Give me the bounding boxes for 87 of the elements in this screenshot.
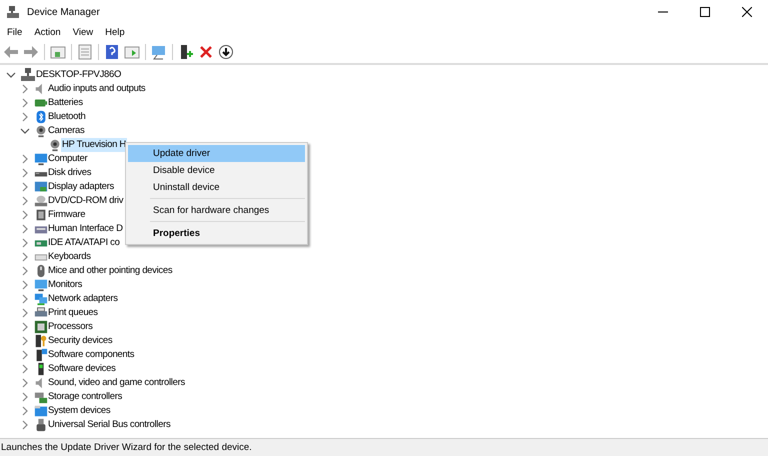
key-icon	[34, 334, 48, 348]
expand-chevron-icon[interactable]	[20, 419, 30, 431]
download-circle-icon[interactable]	[218, 44, 234, 60]
delete-icon[interactable]	[198, 44, 214, 60]
computer-network-icon	[20, 68, 36, 82]
tree-item[interactable]: Universal Serial Bus controllers	[47, 418, 172, 432]
close-icon[interactable]	[742, 7, 752, 17]
expand-chevron-icon[interactable]	[20, 111, 30, 123]
forward-arrow-icon[interactable]	[23, 44, 39, 60]
webcam-icon	[48, 138, 62, 152]
device-add-icon[interactable]	[178, 44, 194, 60]
monitor-scan-icon[interactable]	[151, 44, 167, 60]
expand-chevron-icon[interactable]	[20, 335, 30, 347]
bluetooth-icon	[34, 110, 48, 124]
expand-chevron-icon[interactable]	[20, 153, 30, 165]
status-text: Launches the Update Driver Wizard for the selected device.	[1, 442, 252, 453]
network-icon	[34, 292, 48, 306]
usb-icon	[34, 418, 48, 432]
tree-item[interactable]: Mice and other pointing devices	[47, 264, 174, 278]
context-menu-item[interactable]: Scan for hardware changes	[128, 202, 305, 219]
expand-chevron-icon[interactable]	[20, 307, 30, 319]
processor-icon	[34, 320, 48, 334]
expand-chevron-icon[interactable]	[20, 405, 30, 417]
expand-chevron-icon[interactable]	[20, 83, 30, 95]
monitor-icon	[34, 278, 48, 292]
menu-item[interactable]: Action	[28, 26, 67, 38]
expand-chevron-icon[interactable]	[20, 321, 30, 333]
tree-item[interactable]: Processors	[47, 320, 94, 334]
expand-chevron-icon[interactable]	[20, 363, 30, 375]
tree-item[interactable]: Monitors	[47, 278, 84, 292]
expand-chevron-icon[interactable]	[20, 279, 30, 291]
context-menu-item[interactable]: Disable device	[128, 162, 305, 179]
expand-chevron-icon[interactable]	[20, 377, 30, 389]
menu-item[interactable]: View	[66, 26, 100, 38]
context-menu-item[interactable]: Uninstall device	[128, 179, 305, 196]
display-card-icon	[34, 180, 48, 194]
maximize-icon[interactable]	[700, 7, 710, 17]
menu-item[interactable]: Help	[99, 26, 131, 38]
expand-chevron-icon[interactable]	[20, 349, 30, 361]
tree-item[interactable]: Storage controllers	[47, 390, 124, 404]
tree-item[interactable]: Batteries	[47, 96, 84, 110]
context-menu-item[interactable]: Properties	[128, 225, 305, 242]
expand-chevron-icon[interactable]	[20, 293, 30, 305]
tree-item[interactable]: Firmware	[47, 208, 86, 222]
menu-item[interactable]: File	[1, 26, 28, 38]
document-icon[interactable]	[77, 44, 93, 60]
expand-chevron-icon[interactable]	[20, 195, 30, 207]
disc-drive-icon	[34, 194, 48, 208]
component-icon	[34, 348, 48, 362]
window-title: Device Manager	[27, 6, 100, 18]
tree-item[interactable]: IDE ATA/ATAPI co	[47, 236, 121, 250]
expand-chevron-icon[interactable]	[20, 237, 30, 249]
tree-item[interactable]: Audio inputs and outputs	[47, 82, 146, 96]
back-arrow-icon[interactable]	[3, 44, 19, 60]
chip-icon	[34, 208, 48, 222]
expand-chevron-icon[interactable]	[20, 391, 30, 403]
expand-chevron-icon[interactable]	[20, 97, 30, 109]
tree-item[interactable]: Disk drives	[47, 166, 92, 180]
tree-item[interactable]: Network adapters	[47, 292, 119, 306]
tree-item[interactable]: DVD/CD-ROM driv	[47, 194, 124, 208]
tree-item[interactable]: Display adapters	[47, 180, 115, 194]
tree-item[interactable]: Software components	[47, 348, 136, 362]
tree-item[interactable]: Keyboards	[47, 250, 92, 264]
expand-chevron-icon[interactable]	[20, 167, 30, 179]
app-icon	[6, 5, 20, 19]
storage-icon	[34, 390, 48, 404]
system-folder-icon	[34, 404, 48, 418]
monitor-icon	[34, 152, 48, 166]
tree-item[interactable]: Software devices	[47, 362, 117, 376]
expand-chevron-icon[interactable]	[20, 181, 30, 193]
tree-item[interactable]: Human Interface D	[47, 222, 124, 236]
context-menu-item[interactable]: Update driver	[128, 145, 305, 162]
expand-chevron-icon[interactable]	[20, 251, 30, 263]
tree-item[interactable]: DESKTOP-FPVJ86O	[35, 68, 122, 82]
help-icon[interactable]	[104, 44, 120, 60]
webcam-icon	[34, 124, 48, 138]
tree-item[interactable]: Print queues	[47, 306, 99, 320]
expand-chevron-icon[interactable]	[20, 223, 30, 235]
expand-chevron-icon[interactable]	[20, 209, 30, 221]
tree-item[interactable]: Sound, video and game controllers	[47, 376, 186, 390]
tree-item[interactable]: Computer	[47, 152, 88, 166]
tree-item[interactable]: Cameras	[47, 124, 86, 138]
tree-item[interactable]: Bluetooth	[47, 110, 86, 124]
panel-icon[interactable]	[50, 44, 66, 60]
tree-item[interactable]: Security devices	[47, 334, 114, 348]
tree-item[interactable]: System devices	[47, 404, 112, 418]
expand-chevron-icon[interactable]	[20, 265, 30, 277]
